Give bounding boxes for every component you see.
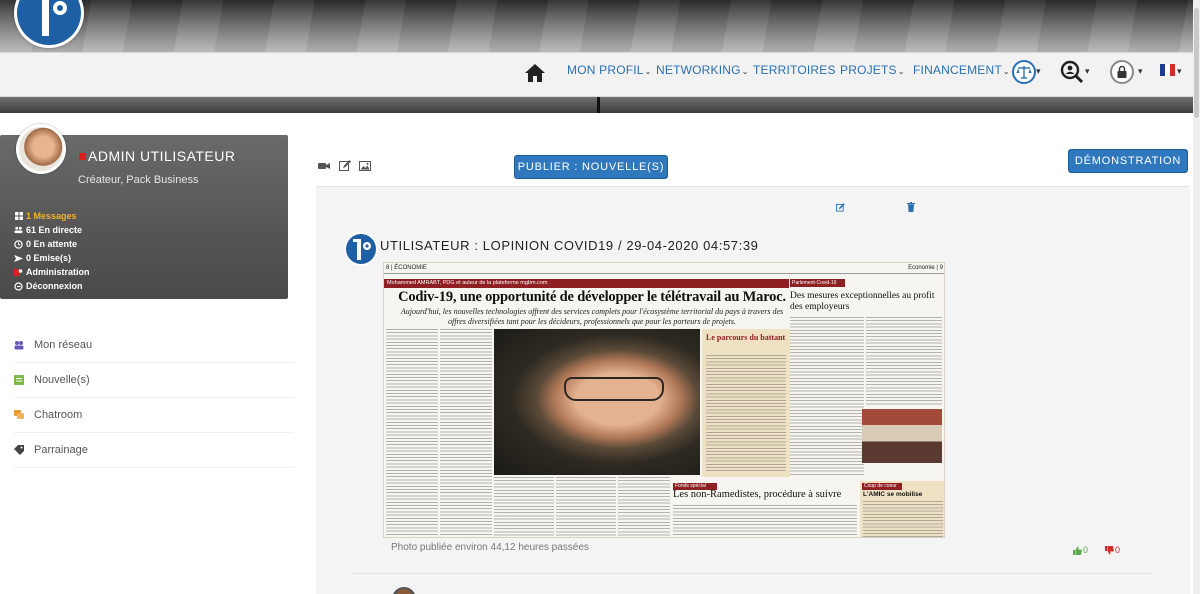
sidebar-item-label: Parrainage — [34, 444, 88, 456]
page-scrollbar-thumb[interactable] — [1194, 8, 1199, 118]
news-icon — [14, 375, 24, 385]
newspaper-bottom-headline: Les non-Ramedistes, procédure à suivre — [673, 489, 842, 500]
send-icon — [14, 254, 23, 263]
newspaper-text-column — [618, 477, 670, 537]
newspaper-right-headline: Des mesures exceptionnelles au profit de… — [790, 291, 935, 312]
chat-icon — [14, 410, 24, 419]
sidebar-item-label: Mon réseau — [34, 339, 93, 351]
like-button[interactable]: 0 — [1073, 545, 1088, 555]
post-edit-icon[interactable] — [836, 203, 845, 212]
banner-pole — [597, 97, 600, 113]
nav-projets[interactable]: PROJETS⌄ — [840, 63, 905, 77]
sidebar-item-label: Chatroom — [34, 409, 83, 421]
newspaper-text-column — [556, 477, 616, 537]
status-indicator — [79, 153, 86, 160]
post-delete-icon[interactable] — [907, 202, 915, 212]
messages-icon — [14, 212, 23, 221]
newspaper-deck: Aujourd'hui, les nouvelles technologies … — [400, 307, 784, 326]
post-caption: Photo publiée environ 44,12 heures passé… — [391, 542, 589, 553]
newspaper-page-right: Economie | 9 — [908, 265, 943, 271]
nav-financement[interactable]: FINANCEMENT⌄ — [913, 63, 1010, 77]
sidebar-item-parrainage[interactable]: Parrainage — [14, 433, 294, 468]
admin-icon — [14, 268, 23, 277]
post-title: UTILISATEUR : LOPINION COVID19 / 29-04-2… — [380, 238, 759, 253]
newspaper-text-column — [440, 329, 492, 537]
newspaper-sidebox-title: Le parcours du battant — [706, 333, 786, 342]
avatar[interactable] — [16, 124, 66, 174]
edit-icon[interactable] — [339, 160, 351, 172]
logo-icon — [17, 0, 81, 45]
image-icon[interactable] — [359, 160, 371, 172]
stat-deconnexion[interactable]: Déconnexion — [14, 281, 83, 291]
search-user-icon — [1060, 60, 1084, 84]
newspaper-text-column — [790, 317, 864, 477]
newspaper-header: 8 | ÉCONOMIE Economie | 9 — [384, 263, 944, 274]
stat-en-directe[interactable]: 61 En directe — [14, 225, 82, 235]
nav-territoires[interactable]: TERRITOIRES — [753, 63, 836, 77]
newspaper-text-column — [386, 329, 438, 537]
sidebar-item-label: Nouvelle(s) — [34, 374, 90, 386]
sidebar-item-nouvelles[interactable]: Nouvelle(s) — [14, 363, 294, 398]
newspaper-text-column — [863, 501, 943, 537]
newspaper-kicker: Mohammed AMRABT, PDG et auteur de la pla… — [384, 279, 789, 288]
sidebar-item-chatroom[interactable]: Chatroom — [14, 398, 294, 433]
newspaper-portrait — [494, 329, 700, 475]
scales-button[interactable] — [1012, 60, 1036, 84]
logo-icon — [346, 234, 376, 264]
newspaper-parliament-photo — [862, 409, 942, 463]
newspaper-box-title: L'AMIC se mobilise — [863, 491, 923, 498]
stat-messages[interactable]: 1 Messages — [14, 211, 77, 221]
newspaper-text-column — [494, 477, 554, 537]
thumbs-up-icon — [1073, 546, 1082, 555]
network-icon — [14, 341, 24, 350]
post-author-logo[interactable] — [344, 232, 378, 266]
scales-icon — [1016, 66, 1032, 79]
dislike-count: 0 — [1115, 545, 1121, 555]
publish-button[interactable]: PUBLIER : NOUVELLE(S) — [514, 155, 668, 179]
newspaper-box-kicker: Coup de coeur — [862, 483, 902, 490]
newspaper-text-column — [866, 317, 942, 405]
clock-icon — [14, 239, 23, 249]
logout-icon — [14, 281, 23, 291]
newspaper-headline: Codiv-19, une opportunité de développer … — [398, 289, 786, 305]
like-count: 0 — [1083, 545, 1089, 555]
site-logo[interactable] — [14, 0, 84, 48]
demo-button[interactable]: DÉMONSTRATION — [1068, 149, 1188, 173]
newspaper-text-column — [706, 355, 786, 473]
newspaper-sidebox: Le parcours du battant — [702, 329, 790, 477]
users-icon — [14, 226, 23, 235]
newspaper-page-left: 8 | ÉCONOMIE — [386, 265, 427, 271]
profile-name: ADMIN UTILISATEUR — [88, 148, 236, 164]
newspaper-box: Coup de coeur L'AMIC se mobilise — [860, 481, 944, 537]
language-caret-icon[interactable]: ▾ — [1177, 66, 1182, 77]
profile-role: Créateur, Pack Business — [78, 174, 199, 186]
scales-caret-icon[interactable]: ▾ — [1036, 66, 1041, 77]
nav-networking[interactable]: NETWORKING⌄ — [656, 63, 749, 77]
dislike-button[interactable]: 0 — [1105, 545, 1120, 555]
newspaper-right-kicker: Parlement-Covid-19 — [790, 279, 845, 287]
lock-button[interactable] — [1110, 60, 1134, 84]
lock-caret-icon[interactable]: ▾ — [1138, 66, 1143, 77]
stat-en-attente[interactable]: 0 En attente — [14, 239, 77, 249]
newspaper-text-column — [673, 505, 857, 537]
nav-mon-profil[interactable]: MON PROFIL⌄ — [567, 63, 652, 77]
post-image[interactable]: 8 | ÉCONOMIE Economie | 9 Mohammed AMRAB… — [383, 262, 945, 538]
search-user-button[interactable] — [1060, 60, 1084, 84]
french-flag-icon[interactable] — [1160, 64, 1175, 76]
home-icon[interactable] — [524, 62, 546, 84]
header-banner-strip — [0, 97, 1200, 113]
post-divider — [352, 573, 1152, 574]
sidebar-item-mon-reseau[interactable]: Mon réseau — [14, 328, 294, 363]
stat-administration[interactable]: Administration — [14, 267, 90, 277]
lock-icon — [1117, 65, 1127, 78]
video-icon[interactable] — [318, 160, 330, 172]
stat-emises[interactable]: 0 Emise(s) — [14, 253, 71, 263]
tag-icon — [14, 445, 24, 455]
header-banner — [0, 0, 1200, 52]
search-caret-icon[interactable]: ▾ — [1085, 66, 1090, 77]
thumbs-down-icon — [1105, 545, 1114, 554]
